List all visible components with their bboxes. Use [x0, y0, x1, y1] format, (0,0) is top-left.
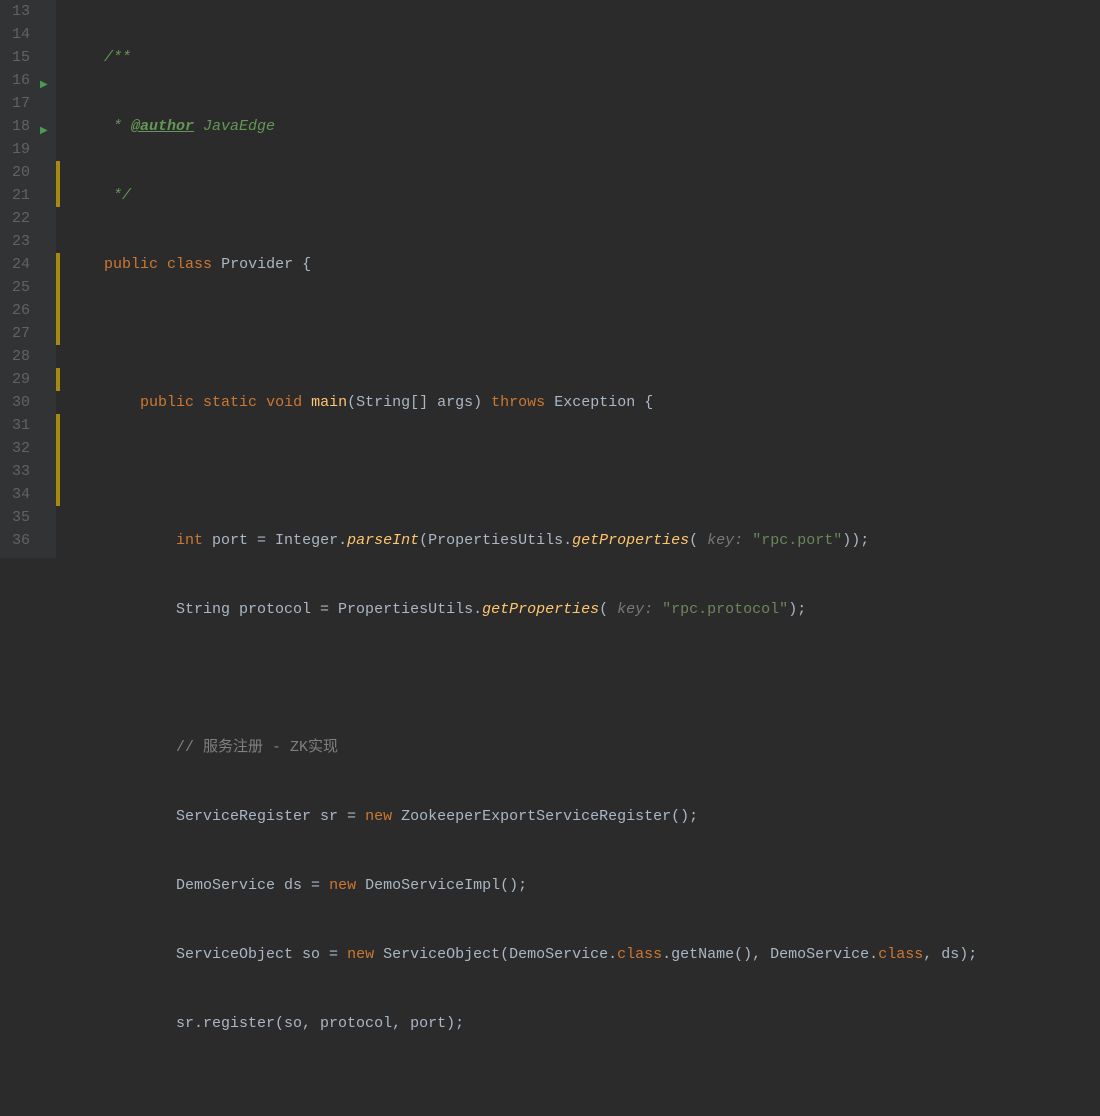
change-marker [56, 368, 60, 391]
code-line[interactable]: * @author JavaEdge [68, 115, 977, 138]
line-number[interactable]: 33 [6, 460, 30, 483]
code-line[interactable]: /** [68, 46, 977, 69]
code-line[interactable]: ServiceRegister sr = new ZookeeperExport… [68, 805, 977, 828]
line-number[interactable]: 25 [6, 276, 30, 299]
line-number[interactable]: 27 [6, 322, 30, 345]
code-area[interactable]: /** * @author JavaEdge */ public class P… [60, 0, 977, 558]
line-number[interactable]: 30 [6, 391, 30, 414]
change-marker [56, 414, 60, 506]
code-line[interactable]: sr.register(so, protocol, port); [68, 1012, 977, 1035]
change-marker [56, 161, 60, 207]
line-number[interactable]: 29 [6, 368, 30, 391]
line-number[interactable]: 24 [6, 253, 30, 276]
code-line[interactable] [68, 1081, 977, 1104]
param-hint: key: [608, 601, 662, 618]
line-number[interactable]: 18 [6, 115, 30, 138]
line-number[interactable]: 26 [6, 299, 30, 322]
gutter-markers: ▶▶ [38, 0, 56, 558]
line-number[interactable]: 20 [6, 161, 30, 184]
code-line[interactable] [68, 322, 977, 345]
code-line[interactable]: public class Provider { [68, 253, 977, 276]
line-number[interactable]: 16 [6, 69, 30, 92]
line-number[interactable]: 15 [6, 46, 30, 69]
code-line[interactable]: ServiceObject so = new ServiceObject(Dem… [68, 943, 977, 966]
line-number[interactable]: 14 [6, 23, 30, 46]
line-number[interactable]: 13 [6, 0, 30, 23]
code-line[interactable]: public static void main(String[] args) t… [68, 391, 977, 414]
line-number[interactable]: 17 [6, 92, 30, 115]
change-marker [56, 253, 60, 345]
code-line[interactable]: int port = Integer.parseInt(PropertiesUt… [68, 529, 977, 552]
line-number[interactable]: 32 [6, 437, 30, 460]
javadoc-author-tag: @author [131, 118, 194, 135]
param-hint: key: [698, 532, 752, 549]
code-line[interactable]: */ [68, 184, 977, 207]
code-line[interactable] [68, 460, 977, 483]
line-number[interactable]: 34 [6, 483, 30, 506]
line-number[interactable]: 31 [6, 414, 30, 437]
code-line[interactable]: DemoService ds = new DemoServiceImpl(); [68, 874, 977, 897]
line-number[interactable]: 19 [6, 138, 30, 161]
line-number[interactable]: 28 [6, 345, 30, 368]
run-gutter-icon[interactable]: ▶ [40, 74, 48, 97]
line-number[interactable]: 21 [6, 184, 30, 207]
line-number-gutter: 1314151617181920212223242526272829303132… [0, 0, 38, 558]
line-number[interactable]: 36 [6, 529, 30, 552]
code-line[interactable]: // 服务注册 - ZK实现 [68, 736, 977, 759]
code-line[interactable] [68, 667, 977, 690]
line-number[interactable]: 22 [6, 207, 30, 230]
code-editor[interactable]: 1314151617181920212223242526272829303132… [0, 0, 1100, 558]
run-gutter-icon[interactable]: ▶ [40, 120, 48, 143]
change-markers [56, 0, 60, 558]
line-number[interactable]: 23 [6, 230, 30, 253]
code-line[interactable]: String protocol = PropertiesUtils.getPro… [68, 598, 977, 621]
line-number[interactable]: 35 [6, 506, 30, 529]
